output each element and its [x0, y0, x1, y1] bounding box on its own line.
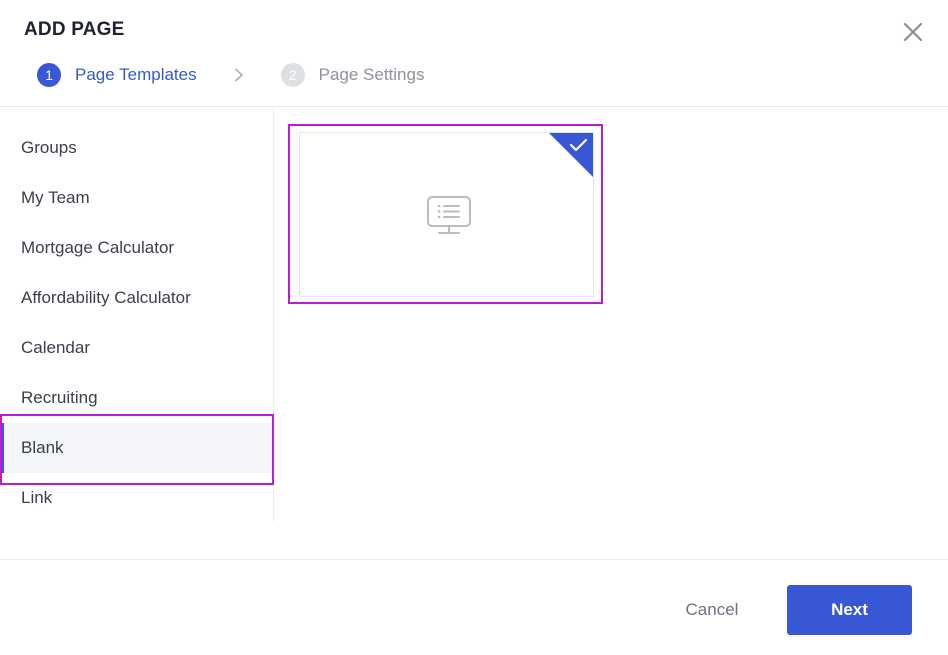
check-icon — [549, 133, 593, 177]
sidebar-item-calendar[interactable]: Calendar — [0, 323, 273, 373]
footer-divider — [0, 559, 948, 560]
add-page-dialog: ADD PAGE 1 Page Templates 2 Page Setting… — [0, 0, 948, 655]
stepper: 1 Page Templates 2 Page Settings — [37, 62, 424, 88]
sidebar-item-label: Mortgage Calculator — [21, 238, 175, 257]
step-page-templates[interactable]: 1 Page Templates — [37, 63, 197, 87]
sidebar-item-label: Link — [21, 488, 53, 507]
step-number-badge: 1 — [37, 63, 61, 87]
sidebar-item-label: Calendar — [21, 338, 90, 357]
step-label: Page Settings — [318, 65, 425, 84]
cancel-button[interactable]: Cancel — [672, 585, 752, 635]
sidebar-item-blank[interactable]: Blank — [0, 423, 273, 473]
chevron-right-icon — [233, 68, 245, 82]
next-button[interactable]: Next — [787, 585, 912, 635]
dialog-title: ADD PAGE — [24, 19, 125, 40]
sidebar-item-link[interactable]: Link — [0, 473, 273, 523]
sidebar-item-label: Groups — [21, 138, 77, 157]
close-icon — [903, 22, 923, 42]
sidebar-item-my-team[interactable]: My Team — [0, 173, 273, 223]
template-category-list: Groups My Team Mortgage Calculator Affor… — [0, 107, 274, 522]
step-number-badge: 2 — [280, 63, 305, 87]
close-button[interactable] — [902, 21, 924, 43]
sidebar-item-mortgage-calculator[interactable]: Mortgage Calculator — [0, 223, 273, 273]
sidebar-item-label: My Team — [21, 188, 90, 207]
step-label: Page Templates — [75, 65, 197, 84]
sidebar-item-label: Affordability Calculator — [21, 288, 191, 307]
sidebar-item-label: Recruiting — [21, 388, 98, 407]
sidebar-item-affordability-calculator[interactable]: Affordability Calculator — [0, 273, 273, 323]
selected-indicator — [0, 423, 4, 473]
step-page-settings[interactable]: 2 Page Settings — [280, 63, 425, 87]
sidebar-item-label: Blank — [21, 438, 64, 457]
template-card-blank[interactable] — [299, 132, 594, 297]
sidebar-item-groups[interactable]: Groups — [0, 123, 273, 173]
monitor-list-icon — [427, 196, 471, 234]
sidebar-item-recruiting[interactable]: Recruiting — [0, 373, 273, 423]
